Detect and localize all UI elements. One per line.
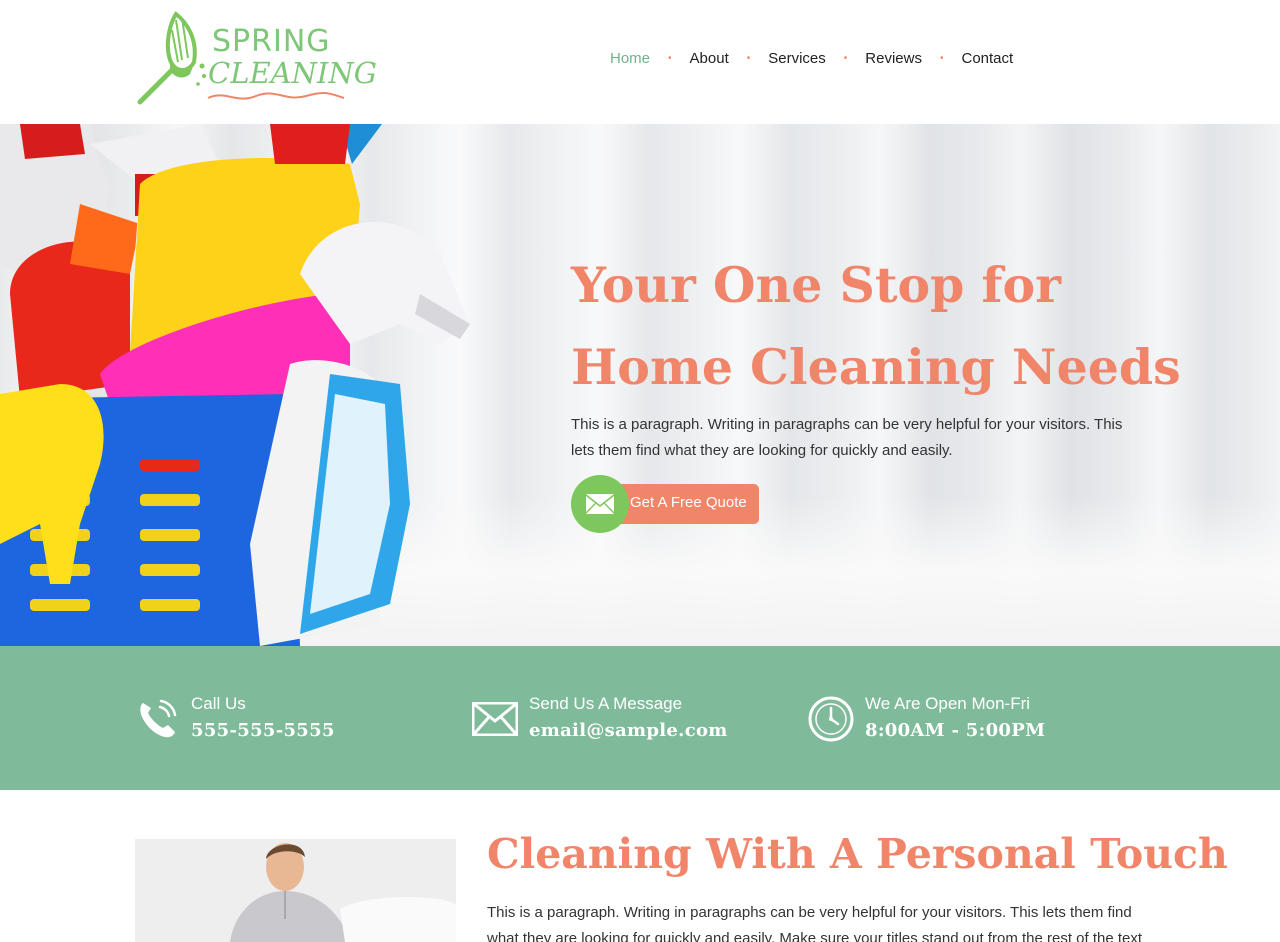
email-address[interactable]: email@sample.com xyxy=(529,720,728,741)
about-title: Cleaning With A Personal Touch xyxy=(487,830,1228,878)
clock-icon xyxy=(808,696,854,742)
nav-home[interactable]: Home xyxy=(610,50,650,67)
logo-word-spring: SPRING xyxy=(212,24,331,59)
nav-separator: • xyxy=(746,53,751,64)
nav-reviews[interactable]: Reviews xyxy=(865,50,922,67)
nav-separator: • xyxy=(939,53,944,64)
site-header: SPRING CLEANING Home • About • Services … xyxy=(0,0,1280,124)
about-paragraph: This is a paragraph. Writing in paragrap… xyxy=(487,904,1143,942)
cleaner-photo xyxy=(135,839,456,942)
call-us-block[interactable]: Call Us 555-555-5555 xyxy=(134,692,394,752)
hero-title-line1: Your One Stop for xyxy=(571,256,1062,314)
envelope-icon xyxy=(472,696,518,742)
hours-value: 8:00AM - 5:00PM xyxy=(865,720,1046,741)
logo-word-cleaning: CLEANING xyxy=(208,56,377,90)
nav-about[interactable]: About xyxy=(690,50,729,67)
message-label: Send Us A Message xyxy=(529,694,683,713)
nav-contact[interactable]: Contact xyxy=(962,50,1014,67)
nav-separator: • xyxy=(843,53,848,64)
hero-title-line2: Home Cleaning Needs xyxy=(571,338,1181,396)
hours-block: We Are Open Mon-Fri 8:00AM - 5:00PM xyxy=(808,692,1088,752)
phone-icon xyxy=(134,696,180,742)
nav-separator: • xyxy=(668,53,672,64)
phone-number[interactable]: 555-555-5555 xyxy=(191,720,335,741)
message-block[interactable]: Send Us A Message email@sample.com xyxy=(472,692,752,752)
hero-title: Your One Stop for Home Cleaning Needs xyxy=(571,244,1211,408)
hero-section: Your One Stop for Home Cleaning Needs Th… xyxy=(0,124,1280,646)
get-quote-button[interactable]: Get A Free Quote xyxy=(571,475,761,533)
cleaning-supplies-image xyxy=(0,124,470,646)
nav-services[interactable]: Services xyxy=(768,50,826,67)
call-us-label: Call Us xyxy=(191,694,246,713)
main-nav: Home • About • Services • Reviews • Cont… xyxy=(610,50,1013,67)
get-quote-label: Get A Free Quote xyxy=(630,494,747,511)
broom-icon xyxy=(137,11,206,105)
about-section: Cleaning With A Personal Touch This is a… xyxy=(0,790,1280,942)
brand-logo[interactable]: SPRING CLEANING xyxy=(134,10,377,110)
hours-label: We Are Open Mon-Fri xyxy=(865,694,1031,713)
logo-swash xyxy=(207,91,345,100)
envelope-icon xyxy=(571,475,629,533)
hero-paragraph: This is a paragraph. Writing in paragrap… xyxy=(571,416,1123,459)
contact-info-bar: Call Us 555-555-5555 Send Us A Message e… xyxy=(0,646,1280,790)
